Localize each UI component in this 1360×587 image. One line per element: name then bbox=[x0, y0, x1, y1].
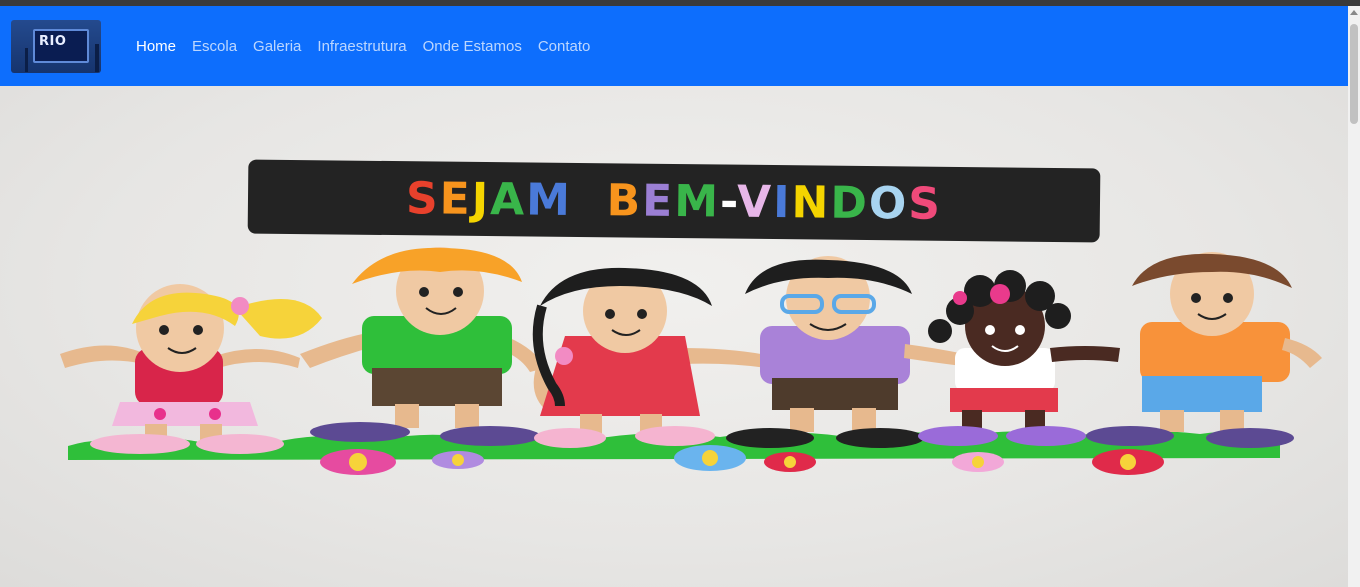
nav-link-escola[interactable]: Escola bbox=[192, 38, 237, 55]
scrollbar-thumb[interactable] bbox=[1350, 24, 1358, 124]
hero-image: SEJAM BEM-VINDOS bbox=[0, 86, 1348, 587]
child-figure-4 bbox=[726, 256, 965, 448]
nav-link-galeria[interactable]: Galeria bbox=[253, 38, 301, 55]
nav-links: Home Escola Galeria Infraestrutura Onde … bbox=[136, 6, 590, 86]
logo-text: RIO bbox=[39, 34, 67, 49]
child-figure-1 bbox=[60, 284, 322, 454]
child-figure-3 bbox=[532, 267, 780, 448]
navbar: RIO Home Escola Galeria Infraestrutura O… bbox=[0, 6, 1348, 86]
child-figure-2 bbox=[300, 247, 545, 446]
nav-link-contato[interactable]: Contato bbox=[538, 38, 591, 55]
logo-stand-right bbox=[95, 44, 99, 72]
school-logo[interactable]: RIO bbox=[11, 20, 101, 73]
children-illustration bbox=[60, 247, 1322, 475]
nav-link-onde-estamos[interactable]: Onde Estamos bbox=[423, 38, 522, 55]
child-figure-6 bbox=[1086, 252, 1322, 448]
nav-link-home[interactable]: Home bbox=[136, 38, 176, 55]
page-scrollbar[interactable] bbox=[1348, 6, 1360, 587]
nav-link-infraestrutura[interactable]: Infraestrutura bbox=[317, 38, 406, 55]
scroll-up-icon[interactable] bbox=[1350, 10, 1358, 15]
logo-stand-left bbox=[25, 48, 28, 72]
